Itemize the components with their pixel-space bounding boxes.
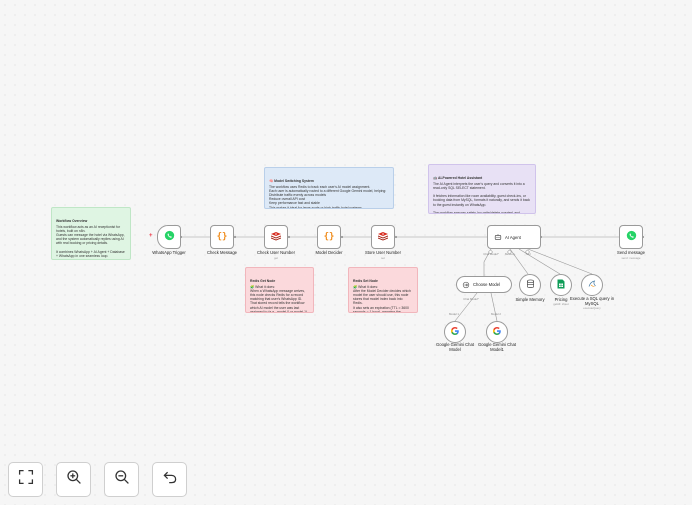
sticky-body: The AI Agent interprets the user's query… [433, 181, 530, 214]
google-g-icon [450, 323, 460, 341]
sticky-note-model-switching[interactable]: 🧠 Model Switching System The workflow use… [264, 167, 394, 209]
sticky-note-ai-assistant[interactable]: 🤖 AI-Powered Hotel Assistant The AI Agent… [428, 164, 536, 214]
node-label: WhatsApp Trigger [152, 250, 186, 255]
node-subtitle: get [274, 256, 278, 260]
zoom-in-button[interactable] [56, 462, 91, 497]
sticky-title: 🧠 Model Switching System [269, 179, 314, 184]
sticky-body: This workflow acts as an AI receptionist… [56, 224, 125, 259]
sticky-title: Redis Get Node [250, 279, 276, 284]
node-label: Model Decider [315, 250, 343, 255]
node-subtitle: executeQuery [583, 306, 601, 310]
node-label: Choose Model [473, 282, 501, 287]
zoom-in-icon [66, 469, 82, 490]
node-label: Send message [617, 250, 645, 255]
google-g-icon [492, 323, 502, 341]
node-label: Check User Number [257, 250, 295, 255]
sticky-note-workflow-overview[interactable]: Workflow Overview This workflow acts as a… [51, 207, 131, 260]
port-label-tool: Tool [525, 252, 531, 256]
node-choose-model[interactable]: Choose Model [456, 276, 512, 293]
redis-icon [270, 228, 282, 246]
sheets-icon [557, 276, 565, 294]
sticky-title: Workflow Overview [56, 219, 88, 224]
node-simple-memory[interactable] [519, 274, 541, 296]
zoom-out-button[interactable] [104, 462, 139, 497]
whatsapp-icon [626, 228, 637, 246]
sticky-title: Redis Set Node [353, 279, 378, 284]
port-label-chat-model: Chat Model* [463, 297, 479, 301]
redis-icon [377, 228, 389, 246]
whatsapp-icon [164, 228, 175, 246]
node-label: Google Gemini Chat Model1 [478, 342, 516, 352]
node-label: Store User Number [364, 250, 402, 255]
model-selector-icon [462, 276, 470, 294]
node-store-user-number[interactable] [371, 225, 395, 249]
robot-icon [494, 228, 502, 246]
sticky-note-redis-get[interactable]: Redis Get Node 🧩 What it does: When a Wha… [245, 267, 314, 313]
node-whatsapp-trigger[interactable] [157, 225, 181, 249]
node-check-user-number[interactable] [264, 225, 288, 249]
node-subtitle: send: message [621, 256, 641, 260]
port-label-model-2: Model 2 [491, 312, 501, 316]
sticky-note-redis-set[interactable]: Redis Set Node 🧩 What it does: After the … [348, 267, 418, 313]
node-google-gemini-chat-model[interactable] [444, 321, 466, 343]
node-ai-agent[interactable]: AI Agent [487, 225, 541, 249]
port-label-model-1: Model 1 [449, 312, 459, 316]
sticky-body: 🧩 What it does: After the Model Decider … [353, 284, 411, 313]
node-label: Check Message [206, 250, 238, 255]
undo-icon [162, 469, 178, 490]
node-send-message[interactable] [619, 225, 643, 249]
node-subtitle: set [381, 256, 385, 260]
add-trigger-plus-icon[interactable]: + [149, 233, 153, 239]
database-icon [526, 276, 535, 294]
node-label: AI Agent [505, 234, 521, 240]
workflow-canvas[interactable]: Workflow Overview This workflow acts as a… [0, 0, 692, 505]
node-pricing[interactable] [550, 274, 572, 296]
sticky-body: 🧩 What it does: When a WhatsApp message … [250, 284, 309, 313]
code-braces-icon: {} [323, 232, 335, 242]
node-google-gemini-chat-model1[interactable] [486, 321, 508, 343]
node-check-message[interactable]: {} [210, 225, 234, 249]
mysql-icon [587, 276, 597, 294]
node-model-decider[interactable]: {} [317, 225, 341, 249]
fit-view-icon [18, 469, 34, 490]
node-label: Execute a SQL query in MySQL [569, 296, 615, 306]
sticky-body: The workflow uses Redis to track each us… [269, 184, 387, 209]
node-execute-sql[interactable] [581, 274, 603, 296]
code-braces-icon: {} [216, 232, 228, 242]
zoom-out-icon [114, 469, 130, 490]
undo-button[interactable] [152, 462, 187, 497]
sticky-title: 🤖 AI-Powered Hotel Assistant [433, 176, 483, 181]
fit-view-button[interactable] [8, 462, 43, 497]
